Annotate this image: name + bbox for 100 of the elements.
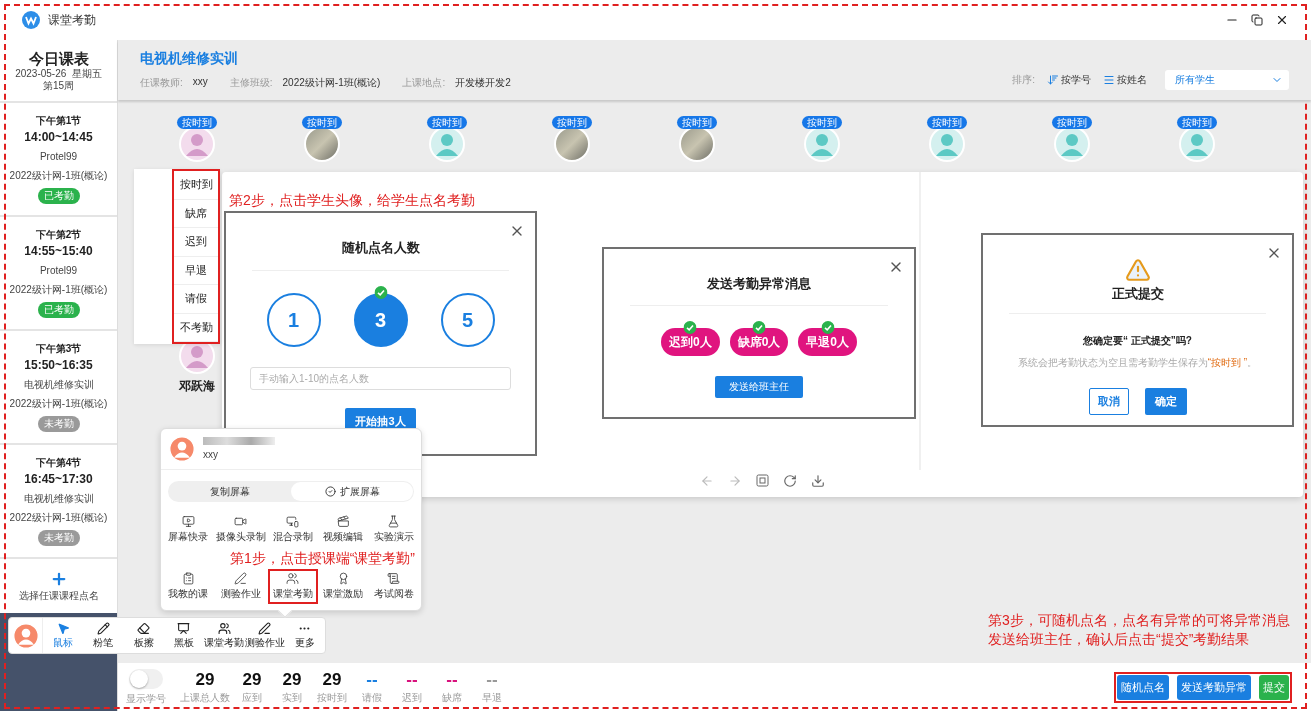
- check-icon: [752, 321, 766, 334]
- list-icon: [1103, 74, 1115, 86]
- action-button[interactable]: 发送考勤异常: [1177, 674, 1251, 700]
- confirm-button[interactable]: 确定: [1144, 388, 1187, 415]
- tool-button[interactable]: 课堂激励: [318, 569, 369, 604]
- stat-label: 上课总人数: [180, 691, 230, 705]
- count-option[interactable]: 1: [266, 293, 321, 347]
- avatar-icon: [178, 126, 215, 162]
- avatar-icon: [12, 622, 39, 649]
- session-time: 14:00~14:45: [24, 130, 93, 144]
- avatar-icon: [169, 436, 195, 462]
- student-name: 邓跃海: [178, 378, 215, 395]
- status-chip[interactable]: 早退0人: [798, 328, 858, 356]
- count-input[interactable]: 手动输入1-10的点名人数: [250, 367, 511, 390]
- info-value: xxy: [192, 76, 208, 89]
- stat-value: 29: [242, 669, 262, 691]
- dialog-title: 发送考勤异常消息: [707, 275, 811, 293]
- stat-value: --: [446, 669, 458, 691]
- confirm-question: 您确定要“ 正式提交”吗?: [1083, 334, 1192, 348]
- check-icon: [683, 321, 697, 334]
- session-period: 下午第4节: [35, 457, 82, 469]
- tool-button[interactable]: 视频编辑: [318, 512, 369, 547]
- screen-mode-option[interactable]: 复制屏幕: [169, 482, 291, 501]
- restore-button[interactable]: [1251, 14, 1263, 26]
- tool-button[interactable]: 摄像头录制: [213, 512, 268, 547]
- flask-icon: [387, 515, 401, 528]
- toolbar-button[interactable]: 更多: [284, 621, 325, 650]
- session-course: Protel99: [39, 151, 78, 163]
- cancel-button[interactable]: 取消: [1088, 388, 1129, 415]
- toggle-label: 显示学号: [126, 691, 166, 706]
- attendance-badge: 按时到: [926, 116, 967, 129]
- count-option[interactable]: 5: [440, 293, 495, 347]
- people-icon: [286, 572, 300, 585]
- video-edit-icon: [336, 515, 350, 528]
- tool-button[interactable]: 实验演示: [368, 512, 419, 547]
- attendance-badge: 按时到: [676, 116, 717, 129]
- count-option[interactable]: 3: [353, 293, 408, 347]
- tool-button[interactable]: 混合录制: [267, 512, 318, 547]
- tool-button[interactable]: 考试阅卷: [368, 569, 419, 604]
- toolbar-button[interactable]: 鼠标: [43, 621, 84, 650]
- action-button[interactable]: 随机点名: [1117, 674, 1169, 700]
- sort-icon: [1047, 74, 1059, 86]
- add-course-label[interactable]: 选择任课课程点名: [18, 590, 99, 602]
- tool-button[interactable]: 屏幕快录: [163, 512, 214, 547]
- check-icon: [324, 486, 336, 497]
- toolbar-button[interactable]: 粉笔: [83, 621, 124, 650]
- toolbar-button[interactable]: 课堂考勤: [204, 621, 245, 650]
- stat-value: 29: [282, 669, 302, 691]
- info-label: 任课教师:: [140, 76, 183, 90]
- tool-button[interactable]: 我教的课: [163, 569, 214, 604]
- stat-label: 缺席: [442, 691, 462, 705]
- stat-label: 按时到: [317, 691, 347, 705]
- stat-label: 应到: [242, 691, 262, 705]
- toolbar-button[interactable]: 板擦: [123, 621, 164, 650]
- teacher-name: xxy: [203, 449, 219, 461]
- toolbar-button[interactable]: 黑板: [163, 621, 205, 650]
- stat-value: 29: [322, 669, 342, 691]
- pen-icon: [234, 572, 247, 585]
- close-icon: [1275, 13, 1289, 27]
- schedule-week: 第15周: [42, 79, 75, 92]
- attendance-badge: 按时到: [1176, 116, 1217, 129]
- status-tag: 已考勤: [37, 302, 80, 318]
- stat-label: 实到: [282, 691, 302, 705]
- pen-icon: [258, 621, 272, 635]
- download-button[interactable]: [811, 473, 825, 488]
- toolbar-button[interactable]: 测验作业: [244, 621, 285, 650]
- session-class: 2022级计网-1班(概论): [9, 170, 108, 182]
- info-value: 开发楼开发2: [455, 76, 511, 90]
- status-chip[interactable]: 缺席0人: [729, 328, 789, 356]
- check-icon: [821, 321, 835, 334]
- stat-label: 早退: [482, 691, 502, 705]
- info-value: 2022级计网-1班(概论): [282, 76, 381, 90]
- attendance-badge: 按时到: [176, 116, 217, 129]
- screens-icon: [286, 515, 300, 528]
- dialog-title: 正式提交: [1111, 285, 1164, 303]
- send-button[interactable]: 发送给班主任: [715, 376, 803, 398]
- session-time: 14:55~15:40: [24, 244, 93, 258]
- session-class: 2022级计网-1班(概论): [9, 512, 108, 524]
- status-chip[interactable]: 迟到0人: [660, 328, 720, 356]
- stat-label: 请假: [362, 691, 382, 705]
- sort-button[interactable]: 按姓名: [1103, 73, 1147, 87]
- session-course: Protel99: [39, 265, 78, 277]
- close-button[interactable]: [1275, 13, 1289, 27]
- toggle-switch[interactable]: [129, 668, 163, 689]
- pencil-icon: [96, 621, 110, 635]
- window-title: 课堂考勤: [48, 11, 96, 29]
- confirm-note: 系统会把考勤状态为空且需考勤学生保存为“按时到 ”。: [1017, 356, 1258, 370]
- annotation-text: 第1步，点击授课端“课堂考勤”: [228, 549, 416, 567]
- status-tag: 未考勤: [37, 530, 80, 546]
- fit-button[interactable]: [756, 474, 769, 487]
- student-filter-select[interactable]: 所有学生: [1165, 70, 1289, 90]
- screen-mode-option[interactable]: 扩展屏幕: [291, 482, 413, 501]
- session-course: 电视机维修实训: [23, 379, 94, 391]
- sort-button[interactable]: 按学号: [1047, 73, 1091, 87]
- tool-button[interactable]: 课堂考勤: [267, 569, 318, 604]
- tool-button[interactable]: 测验作业: [213, 569, 268, 604]
- status-tag: 已考勤: [37, 188, 80, 204]
- rotate-button[interactable]: [783, 473, 797, 488]
- stat-label: 迟到: [402, 691, 422, 705]
- stat-value: --: [486, 669, 498, 691]
